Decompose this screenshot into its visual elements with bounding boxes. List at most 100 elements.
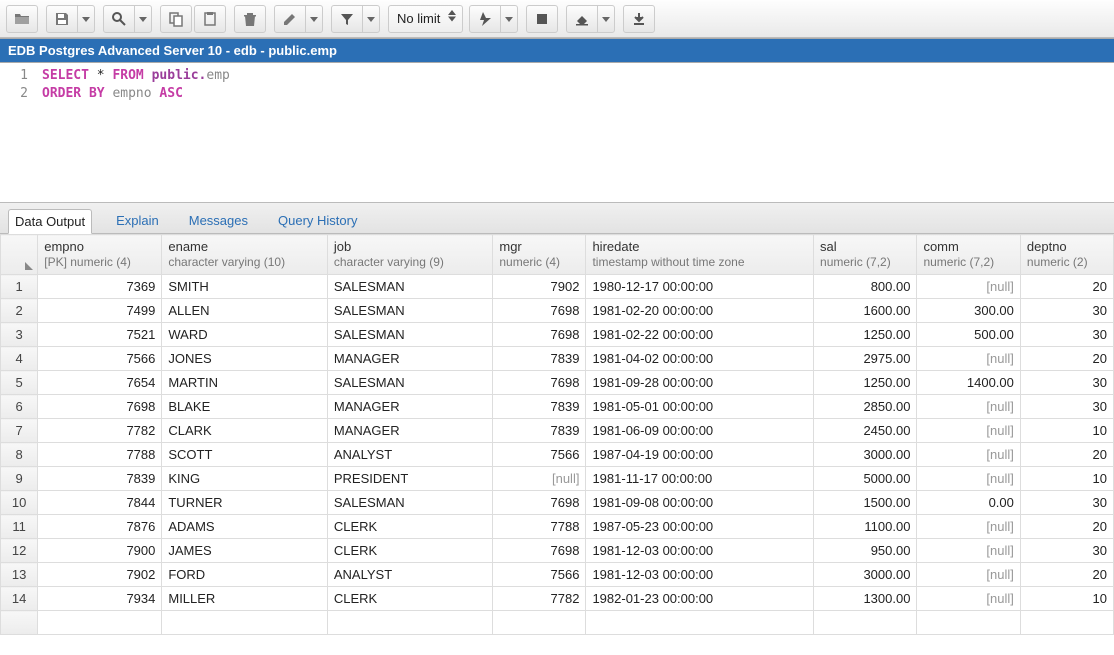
clear-dropdown[interactable] [597,5,615,33]
table-row[interactable]: 117876ADAMSCLERK77881987-05-23 00:00:001… [1,515,1114,539]
cell[interactable]: 7902 [38,563,162,587]
cell[interactable]: CLERK [327,539,493,563]
cell[interactable]: [null] [493,467,586,491]
cell[interactable]: 10 [1020,587,1113,611]
cell[interactable]: 5000.00 [814,467,917,491]
cell[interactable]: 7369 [38,275,162,299]
cell[interactable]: 2850.00 [814,395,917,419]
cell[interactable]: SALESMAN [327,275,493,299]
cell[interactable]: 7788 [493,515,586,539]
row-header[interactable]: 2 [1,299,38,323]
row-header[interactable]: 10 [1,491,38,515]
row-header[interactable]: 7 [1,419,38,443]
find-dropdown[interactable] [134,5,152,33]
cell[interactable]: 1981-02-20 00:00:00 [586,299,814,323]
cell[interactable]: 7782 [493,587,586,611]
row-header[interactable]: 14 [1,587,38,611]
cell[interactable]: 1981-02-22 00:00:00 [586,323,814,347]
table-row[interactable]: 27499ALLENSALESMAN76981981-02-20 00:00:0… [1,299,1114,323]
column-header-deptno[interactable]: deptnonumeric (2) [1020,235,1113,275]
select-all-corner[interactable] [1,235,38,275]
find-button[interactable] [103,5,135,33]
paste-button[interactable] [194,5,226,33]
cell[interactable]: 1500.00 [814,491,917,515]
table-row[interactable]: 107844TURNERSALESMAN76981981-09-08 00:00… [1,491,1114,515]
cell[interactable]: SALESMAN [327,371,493,395]
cell[interactable]: 7566 [493,563,586,587]
cell[interactable]: [null] [917,467,1020,491]
cell[interactable]: 3000.00 [814,443,917,467]
cell[interactable]: 7698 [493,323,586,347]
column-header-sal[interactable]: salnumeric (7,2) [814,235,917,275]
cell[interactable]: 7902 [493,275,586,299]
cell[interactable]: 1250.00 [814,371,917,395]
cell[interactable]: JONES [162,347,328,371]
cell[interactable]: 7839 [38,467,162,491]
cell[interactable]: 1600.00 [814,299,917,323]
cell[interactable]: CLERK [327,515,493,539]
cell[interactable]: 20 [1020,347,1113,371]
cell[interactable]: 30 [1020,299,1113,323]
cell[interactable]: 30 [1020,539,1113,563]
cell[interactable]: SALESMAN [327,491,493,515]
delete-button[interactable] [234,5,266,33]
cell[interactable]: 1400.00 [917,371,1020,395]
cell[interactable]: ANALYST [327,563,493,587]
cell[interactable]: 2975.00 [814,347,917,371]
cell[interactable]: 1981-12-03 00:00:00 [586,539,814,563]
cell[interactable]: FORD [162,563,328,587]
cell[interactable]: 7698 [38,395,162,419]
cell[interactable]: 950.00 [814,539,917,563]
cell[interactable]: 0.00 [917,491,1020,515]
tab-query-history[interactable]: Query History [272,209,363,233]
tab-explain[interactable]: Explain [110,209,165,233]
cell[interactable]: [null] [917,443,1020,467]
table-row[interactable]: 97839KINGPRESIDENT[null]1981-11-17 00:00… [1,467,1114,491]
cell[interactable]: 30 [1020,491,1113,515]
cell[interactable]: 7788 [38,443,162,467]
cell[interactable]: [null] [917,395,1020,419]
table-row[interactable]: 67698BLAKEMANAGER78391981-05-01 00:00:00… [1,395,1114,419]
row-header[interactable]: 6 [1,395,38,419]
cell[interactable]: CLARK [162,419,328,443]
execute-dropdown[interactable] [500,5,518,33]
cell[interactable]: 1987-04-19 00:00:00 [586,443,814,467]
row-header[interactable]: 11 [1,515,38,539]
cell[interactable]: ADAMS [162,515,328,539]
cell[interactable]: MARTIN [162,371,328,395]
stop-button[interactable] [526,5,558,33]
filter-button[interactable] [331,5,363,33]
cell[interactable]: MILLER [162,587,328,611]
cell[interactable]: SALESMAN [327,323,493,347]
save-dropdown[interactable] [77,5,95,33]
download-button[interactable] [623,5,655,33]
cell[interactable]: BLAKE [162,395,328,419]
tab-messages[interactable]: Messages [183,209,254,233]
copy-button[interactable] [160,5,192,33]
cell[interactable]: [null] [917,563,1020,587]
cell[interactable]: 1987-05-23 00:00:00 [586,515,814,539]
save-button[interactable] [46,5,78,33]
cell[interactable]: MANAGER [327,395,493,419]
column-header-ename[interactable]: enamecharacter varying (10) [162,235,328,275]
cell[interactable]: 30 [1020,323,1113,347]
cell[interactable]: TURNER [162,491,328,515]
edit-dropdown[interactable] [305,5,323,33]
row-header[interactable]: 13 [1,563,38,587]
cell[interactable]: [null] [917,539,1020,563]
cell[interactable]: 20 [1020,443,1113,467]
cell[interactable]: SCOTT [162,443,328,467]
cell[interactable]: 20 [1020,563,1113,587]
row-header[interactable]: 12 [1,539,38,563]
cell[interactable]: MANAGER [327,419,493,443]
cell[interactable]: 1981-06-09 00:00:00 [586,419,814,443]
cell[interactable]: 3000.00 [814,563,917,587]
cell[interactable]: 2450.00 [814,419,917,443]
cell[interactable]: 7782 [38,419,162,443]
cell[interactable]: 300.00 [917,299,1020,323]
cell[interactable]: WARD [162,323,328,347]
row-header[interactable]: 1 [1,275,38,299]
tab-data-output[interactable]: Data Output [8,209,92,234]
cell[interactable]: MANAGER [327,347,493,371]
cell[interactable]: SMITH [162,275,328,299]
